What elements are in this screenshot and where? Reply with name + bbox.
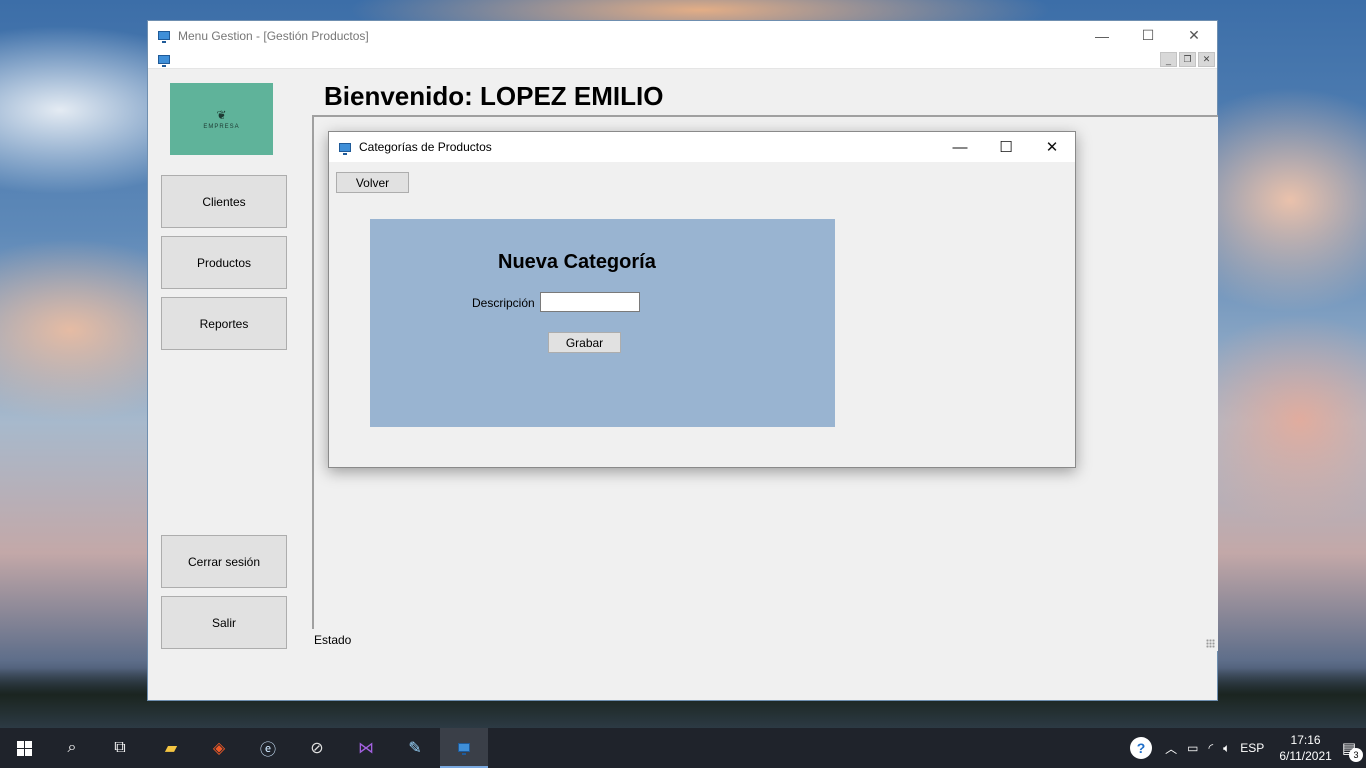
main-window-controls: — ☐ ✕ <box>1079 21 1217 50</box>
volver-button[interactable]: Volver <box>336 172 409 193</box>
browser-icon[interactable]: ⓔ <box>244 728 292 768</box>
mdi-close-button[interactable]: ✕ <box>1198 52 1215 67</box>
mdi-minimize-button[interactable]: _ <box>1160 52 1177 67</box>
monitor-icon <box>458 742 470 755</box>
child-minimize-button[interactable]: — <box>937 132 983 162</box>
app-window-icon <box>158 31 170 43</box>
main-window-title: Menu Gestion - [Gestión Productos] <box>178 28 369 43</box>
paint-icon[interactable]: ✎ <box>391 728 439 768</box>
form-title: Nueva Categoría <box>498 251 656 273</box>
brave-icon[interactable]: ◈ <box>195 728 243 768</box>
mdi-child-icon[interactable] <box>158 55 170 67</box>
grabar-button[interactable]: Grabar <box>548 332 621 353</box>
logo-text: EMPRESA <box>203 124 240 130</box>
help-icon[interactable]: ? <box>1130 737 1153 759</box>
descripcion-label: Descripción <box>472 296 535 310</box>
resize-grip-icon[interactable] <box>1206 639 1215 648</box>
start-button[interactable] <box>0 728 48 768</box>
clock[interactable]: 17:16 6/11/2021 <box>1279 732 1332 764</box>
child-window-icon <box>339 142 351 155</box>
battery-icon[interactable]: ▭ <box>1187 741 1198 755</box>
taskbar: ⌕ ⧉ ▰ ◈ ⓔ ⊘ ⋈ ✎ ? ︿ ▭ ◜ 🔈︎ ESP 17:16 6/1… <box>0 728 1366 768</box>
search-icon[interactable]: ⌕ <box>48 728 96 768</box>
company-logo: ❦ EMPRESA <box>170 83 273 155</box>
notification-icon[interactable]: ▤ 3 <box>1342 739 1363 762</box>
status-text: Estado <box>314 633 352 647</box>
chevron-up-icon[interactable]: ︿ <box>1165 740 1177 757</box>
close-button[interactable]: ✕ <box>1171 21 1217 50</box>
leaf-icon: ❦ <box>216 108 227 122</box>
windows-logo-icon <box>16 740 32 756</box>
productos-button[interactable]: Productos <box>161 236 287 289</box>
main-titlebar[interactable]: Menu Gestion - [Gestión Productos] — ☐ ✕ <box>148 21 1217 50</box>
nueva-categoria-panel: Nueva Categoría Descripción Grabar <box>370 219 835 427</box>
welcome-heading: Bienvenido: LOPEZ EMILIO <box>324 81 664 111</box>
mdi-controls: _ ❐ ✕ <box>1160 52 1215 67</box>
child-window-controls: — ☐ ✕ <box>937 132 1075 162</box>
maximize-button[interactable]: ☐ <box>1125 21 1171 50</box>
app-window-taskbar-icon[interactable] <box>440 728 488 768</box>
file-explorer-icon[interactable]: ▰ <box>147 728 195 768</box>
wifi-icon[interactable]: ◜ <box>1208 741 1213 755</box>
visual-studio-icon[interactable]: ⋈ <box>342 728 390 768</box>
child-maximize-button[interactable]: ☐ <box>983 132 1029 162</box>
child-titlebar[interactable]: Categorías de Productos — ☐ ✕ <box>329 132 1075 162</box>
task-view-icon[interactable]: ⧉ <box>96 728 144 768</box>
notification-count: 3 <box>1349 748 1363 762</box>
salir-button[interactable]: Salir <box>161 596 287 649</box>
cerrar-sesion-button[interactable]: Cerrar sesión <box>161 535 287 588</box>
clock-time: 17:16 <box>1290 733 1321 747</box>
categorias-window: Categorías de Productos — ☐ ✕ Volver Nue… <box>328 131 1076 468</box>
descripcion-input[interactable] <box>540 292 640 312</box>
minimize-button[interactable]: — <box>1079 21 1125 50</box>
clock-date: 6/11/2021 <box>1279 749 1332 763</box>
child-window-title: Categorías de Productos <box>359 140 492 154</box>
mdi-menu-strip: _ ❐ ✕ <box>148 50 1217 69</box>
volume-icon[interactable]: 🔈︎ <box>1223 741 1230 756</box>
language-indicator[interactable]: ESP <box>1240 741 1264 755</box>
system-tray: ? ︿ ▭ ◜ 🔈︎ ESP 17:16 6/11/2021 ▤ 3 <box>1130 728 1366 768</box>
clientes-button[interactable]: Clientes <box>161 175 287 228</box>
child-close-button[interactable]: ✕ <box>1029 132 1075 162</box>
reportes-button[interactable]: Reportes <box>161 297 287 350</box>
status-bar: Estado <box>312 629 1218 651</box>
compass-icon[interactable]: ⊘ <box>293 728 341 768</box>
mdi-restore-button[interactable]: ❐ <box>1179 52 1196 67</box>
